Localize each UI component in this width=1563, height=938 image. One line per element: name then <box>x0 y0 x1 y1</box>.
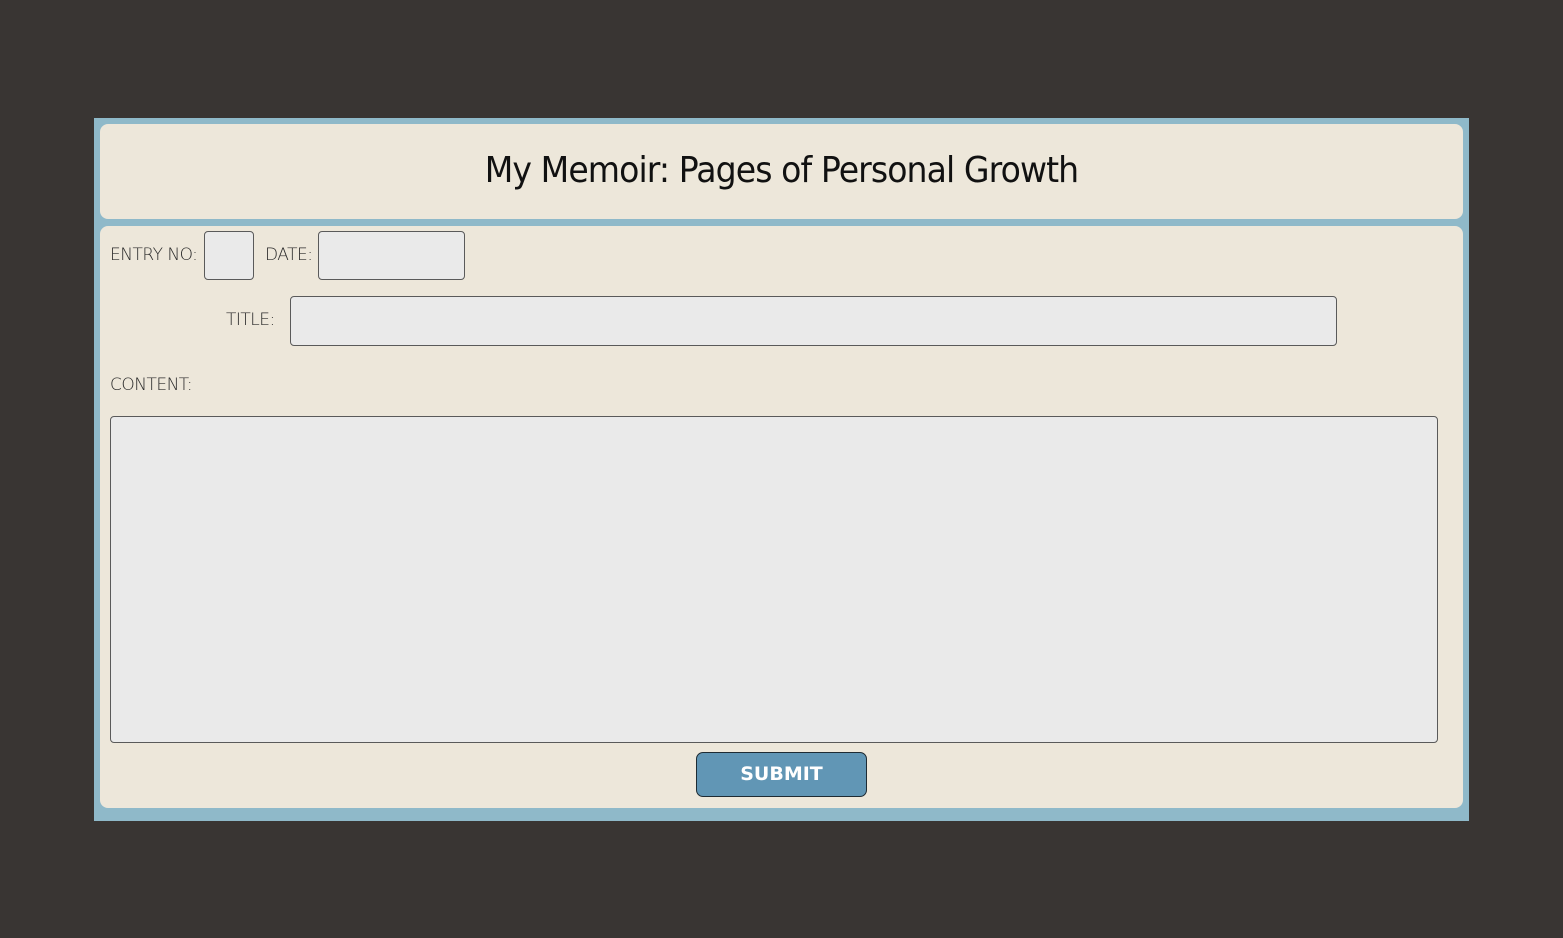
title-field[interactable] <box>290 296 1337 346</box>
memoir-frame: My Memoir: Pages of Personal Growth ENTR… <box>94 118 1469 821</box>
content-label: CONTENT: <box>110 375 193 395</box>
date-field[interactable] <box>318 231 465 280</box>
entry-no-field[interactable] <box>204 231 254 280</box>
page-title: My Memoir: Pages of Personal Growth <box>484 150 1079 191</box>
entry-no-label: ENTRY NO: <box>110 245 198 265</box>
content-field[interactable] <box>110 416 1438 743</box>
submit-button[interactable]: SUBMIT <box>696 752 867 797</box>
title-label: TITLE: <box>226 310 275 330</box>
header-card: My Memoir: Pages of Personal Growth <box>100 124 1463 219</box>
date-label: DATE: <box>265 245 313 265</box>
entry-form: ENTRY NO: DATE: TITLE: CONTENT: SUBMIT <box>100 226 1463 808</box>
